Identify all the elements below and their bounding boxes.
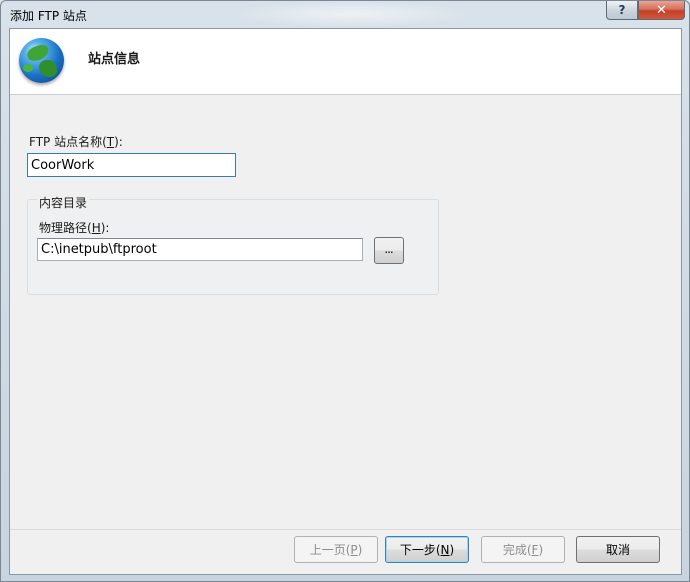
previous-button[interactable]: 上一页(P) [294, 536, 378, 563]
help-button[interactable]: ? [606, 1, 638, 20]
site-name-label: FTP 站点名称(T): [29, 135, 123, 149]
page-title: 站点信息 [88, 52, 141, 67]
globe-icon [19, 38, 64, 83]
dialog-client-area: 站点信息 FTP 站点名称(T): 内容目录 物理路径(H): ... 上一页(… [9, 28, 682, 575]
physical-path-label: 物理路径(H): [39, 221, 110, 235]
help-icon: ? [618, 3, 626, 17]
content-directory-title: 内容目录 [37, 194, 90, 211]
add-ftp-site-dialog: 添加 FTP 站点 ? ✕ 站点信息 FTP 站点名称(T): 内容目录 物理路… [0, 0, 690, 582]
window-title: 添加 FTP 站点 [10, 9, 87, 23]
title-glow [231, 1, 471, 27]
next-button[interactable]: 下一步(N) [385, 536, 469, 563]
cancel-button[interactable]: 取消 [576, 536, 660, 563]
footer-divider [10, 529, 681, 530]
wizard-header: 站点信息 [10, 29, 681, 95]
title-bar[interactable]: 添加 FTP 站点 ? ✕ [1, 1, 689, 27]
browse-button[interactable]: ... [374, 237, 404, 264]
close-button[interactable]: ✕ [638, 1, 685, 20]
site-name-input[interactable] [27, 153, 236, 177]
close-icon: ✕ [656, 2, 667, 18]
finish-button[interactable]: 完成(F) [481, 536, 565, 563]
physical-path-input[interactable] [37, 238, 363, 261]
